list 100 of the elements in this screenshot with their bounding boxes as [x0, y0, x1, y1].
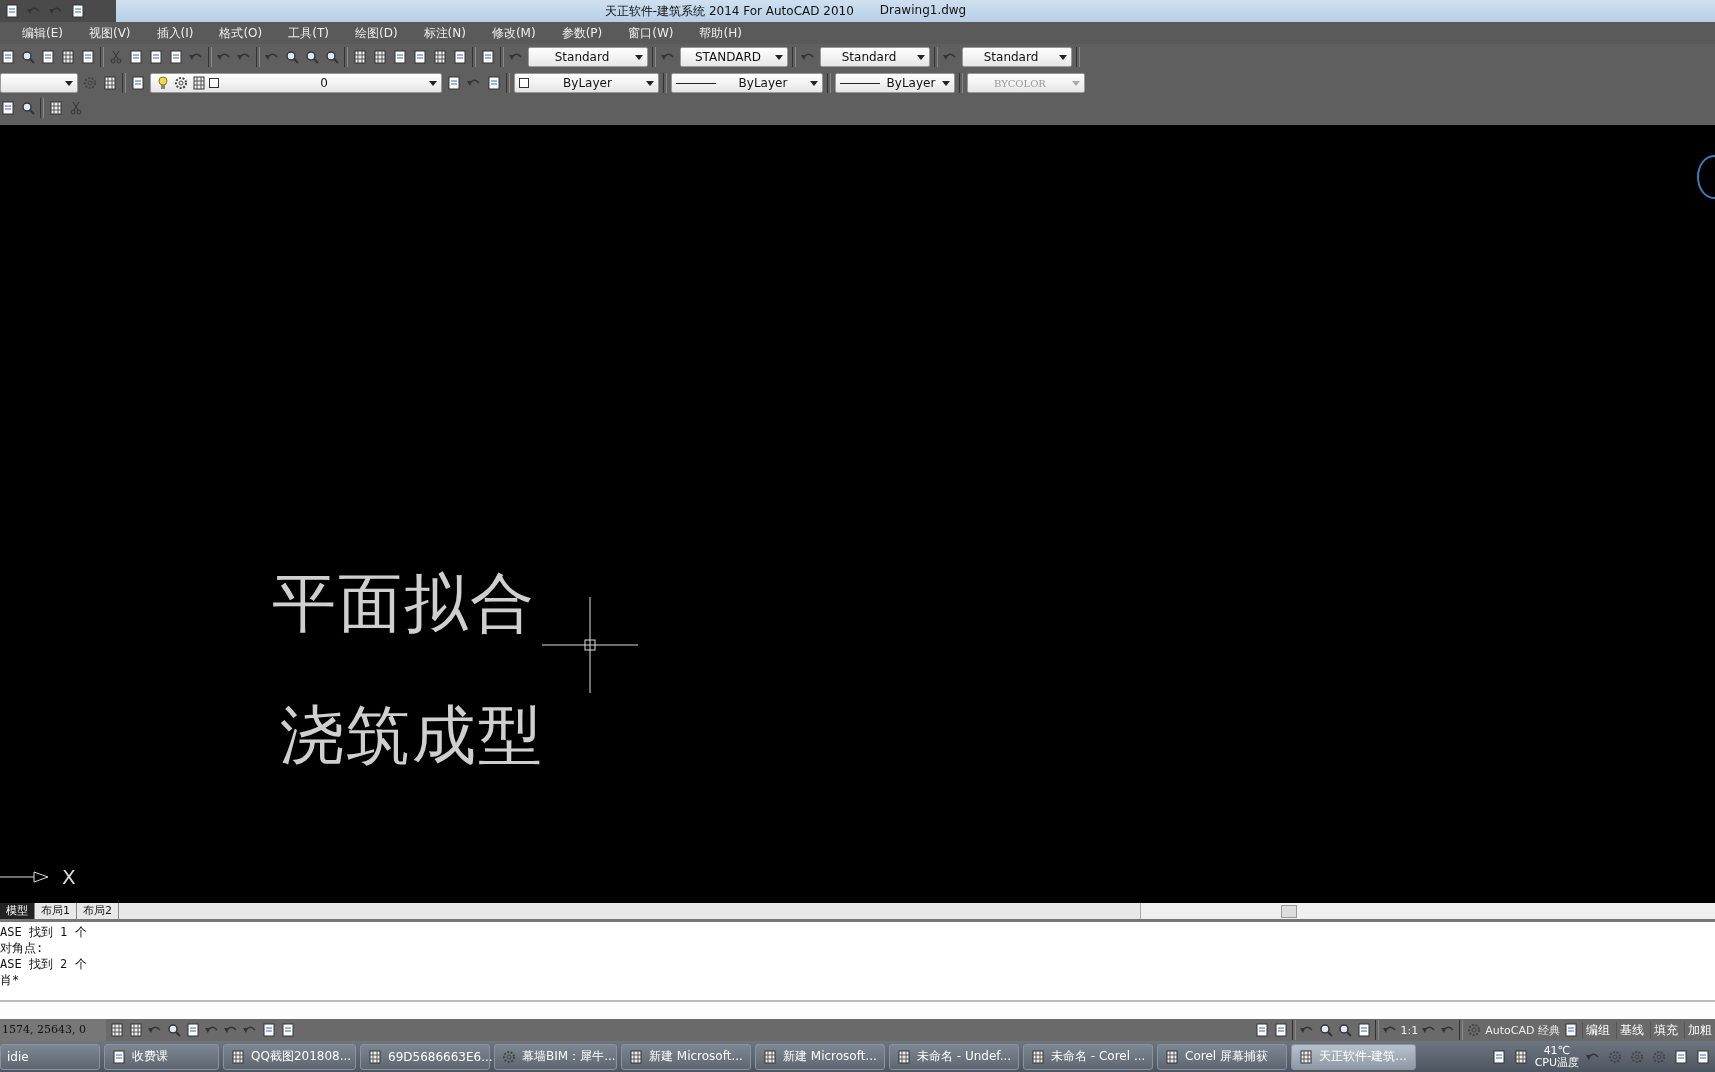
dropdown[interactable] [0, 73, 78, 93]
grid-icon[interactable] [1030, 1048, 1046, 1065]
page-icon[interactable] [1563, 1022, 1579, 1038]
page-icon[interactable] [148, 49, 164, 65]
layout-tab[interactable]: 布局2 [77, 903, 119, 919]
menu-item[interactable]: 标注(N) [421, 24, 468, 42]
layout-tab[interactable]: 模型 [0, 903, 35, 919]
dropdown[interactable]: Standard [528, 47, 648, 67]
magnifier-icon[interactable] [284, 49, 300, 65]
grid-icon[interactable] [102, 75, 118, 91]
page-icon[interactable] [486, 75, 502, 91]
page-icon[interactable] [40, 49, 56, 65]
page-icon[interactable] [1695, 1048, 1711, 1065]
page-icon[interactable] [80, 49, 96, 65]
menu-item[interactable]: 参数(P) [559, 24, 605, 42]
page-icon[interactable] [452, 49, 468, 65]
taskbar-button[interactable]: 新建 Microsoft... [755, 1043, 885, 1070]
taskbar-button[interactable]: Corel 屏幕捕获 [1157, 1043, 1287, 1070]
grid-icon[interactable] [1298, 1048, 1314, 1065]
temperature-label: CPU温度 [1534, 1056, 1579, 1069]
grid-icon[interactable] [352, 49, 368, 65]
grid-icon[interactable] [372, 49, 388, 65]
dropdown[interactable]: 0 [150, 73, 442, 93]
status-button[interactable]: 填充 [1650, 1021, 1681, 1039]
menu-item[interactable]: 修改(M) [489, 24, 538, 42]
taskbar-button[interactable]: 收费课 [104, 1043, 219, 1070]
menu-item[interactable]: 帮助(H) [697, 24, 744, 42]
magnifier-icon[interactable] [1317, 1022, 1334, 1038]
page-icon[interactable] [185, 1022, 201, 1038]
scroll-bar[interactable] [1140, 903, 1715, 919]
taskbar-button[interactable]: QQ截图201808... [223, 1043, 356, 1070]
page-icon[interactable] [261, 1022, 277, 1038]
page-icon[interactable] [111, 1048, 127, 1065]
page-icon[interactable] [0, 49, 16, 65]
magnifier-icon[interactable] [324, 49, 340, 65]
grid-icon[interactable] [1164, 1048, 1180, 1065]
layout-tab[interactable]: 布局1 [35, 903, 77, 919]
grid-icon[interactable] [432, 49, 448, 65]
page-icon[interactable] [446, 75, 462, 91]
page-icon[interactable] [412, 49, 428, 65]
grid-icon[interactable] [628, 1048, 644, 1065]
menu-item[interactable]: 窗口(W) [626, 24, 676, 42]
taskbar-button[interactable]: idie [0, 1043, 100, 1070]
magnifier-icon[interactable] [20, 49, 36, 65]
page-icon[interactable] [1355, 1022, 1372, 1038]
menu-item[interactable]: 插入(I) [154, 24, 196, 42]
gear-icon[interactable] [173, 75, 189, 91]
page-icon[interactable] [480, 49, 496, 65]
command-input[interactable] [0, 1002, 1715, 1019]
menu-item[interactable]: 编辑(E) [20, 24, 65, 42]
page-icon[interactable] [280, 1022, 296, 1038]
grid-icon[interactable] [48, 100, 64, 116]
grid-icon[interactable] [191, 75, 207, 91]
menu-item[interactable]: 格式(O) [217, 24, 265, 42]
grid-icon[interactable] [109, 1022, 125, 1038]
dropdown[interactable]: Standard [962, 47, 1072, 67]
menu-item[interactable]: 绘图(D) [352, 24, 400, 42]
page-icon[interactable] [130, 75, 146, 91]
page-icon[interactable] [4, 3, 20, 19]
window-title: 天正软件-建筑系统 2014 For AutoCAD 2010 [604, 2, 854, 20]
taskbar-button[interactable]: 幕墙BIM：犀牛... [494, 1043, 617, 1070]
menu-item[interactable]: 视图(V) [86, 24, 133, 42]
page-icon[interactable] [1272, 1022, 1289, 1038]
bulb-icon[interactable] [155, 75, 171, 91]
magnifier-icon[interactable] [166, 1022, 182, 1038]
grid-icon[interactable] [367, 1048, 383, 1065]
dropdown[interactable]: STANDARD [680, 47, 788, 67]
scale-button[interactable]: 1:1 [1400, 1023, 1419, 1037]
command-line: ASE 找到 1 个 [0, 924, 88, 940]
page-icon[interactable] [168, 49, 184, 65]
taskbar-button[interactable]: 新建 Microsoft... [621, 1043, 751, 1070]
page-icon[interactable] [1673, 1048, 1689, 1065]
magnifier-icon[interactable] [304, 49, 320, 65]
magnifier-icon[interactable] [1336, 1022, 1353, 1038]
status-button[interactable]: 加粗 [1684, 1021, 1715, 1039]
page-icon[interactable] [1253, 1022, 1270, 1038]
grid-icon[interactable] [896, 1048, 912, 1065]
page-icon[interactable] [0, 100, 16, 116]
workspace-button[interactable]: AutoCAD 经典 [1485, 1022, 1560, 1038]
page-icon[interactable] [128, 49, 144, 65]
taskbar-button[interactable]: 69D5686663E6... [360, 1043, 490, 1070]
page-icon[interactable] [1490, 1048, 1507, 1065]
dropdown[interactable]: ByLayer [671, 73, 823, 93]
dropdown[interactable]: Standard [820, 47, 930, 67]
status-button[interactable]: 编组 [1582, 1021, 1613, 1039]
grid-icon[interactable] [60, 49, 76, 65]
menu-item[interactable]: 工具(T) [286, 24, 331, 42]
grid-icon[interactable] [762, 1048, 778, 1065]
magnifier-icon[interactable] [20, 100, 36, 116]
grid-icon[interactable] [128, 1022, 144, 1038]
taskbar-button[interactable]: 未命名 - Corel ... [1023, 1043, 1153, 1070]
grid-icon[interactable] [230, 1048, 246, 1065]
page-icon[interactable] [392, 49, 408, 65]
taskbar-button[interactable]: 未命名 - Undef... [889, 1043, 1019, 1070]
page-icon[interactable] [70, 3, 86, 19]
dropdown[interactable]: ByLayer [514, 73, 659, 93]
drawing-canvas[interactable]: 平面拟合 浇筑成型 X [0, 125, 1715, 903]
grid-icon[interactable] [1512, 1048, 1529, 1065]
status-button[interactable]: 基线 [1616, 1021, 1647, 1039]
dropdown[interactable]: ByLayer [835, 73, 955, 93]
